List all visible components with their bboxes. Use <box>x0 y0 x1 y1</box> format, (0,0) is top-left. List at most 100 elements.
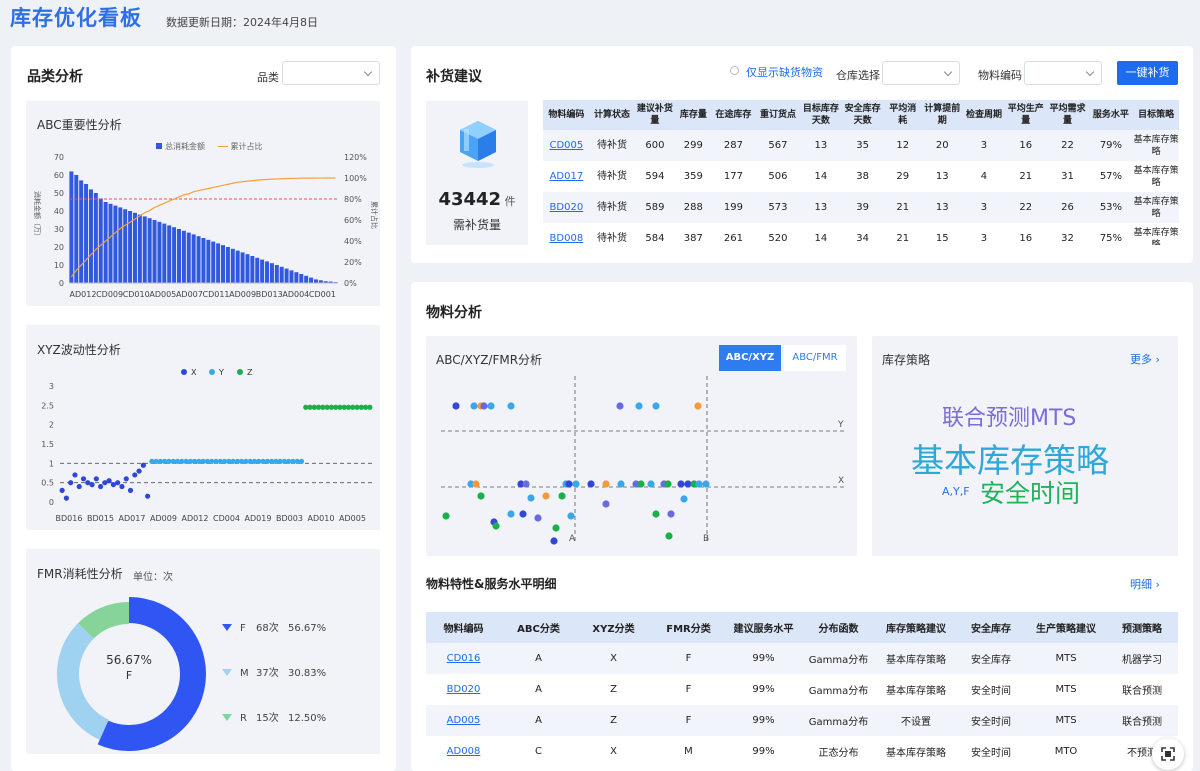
detail-title: 物料特性&服务水平明细 <box>426 577 557 591</box>
column-header: 检查周期 <box>962 100 1006 130</box>
y-tick-label: 50 <box>54 189 64 198</box>
warehouse-select[interactable] <box>882 61 960 85</box>
table-cell: 联合预测 <box>1106 674 1178 705</box>
point-x <box>59 487 65 493</box>
x-tick-label: AD017 <box>119 514 146 523</box>
replenish-table-wrap[interactable]: 物料编码 计算状态 建议补货量 库存量 在途库存 重订货点 目标库存天数 安全库存天数 平均消耗… <box>543 100 1179 245</box>
table-cell: 38 <box>856 170 869 182</box>
x-tick-label: AD007 <box>176 290 203 299</box>
table-cell[interactable]: CD005 <box>543 130 590 161</box>
table-cell: 13 <box>800 192 842 223</box>
material-point <box>542 492 550 500</box>
table-cell[interactable]: AD017 <box>543 161 590 192</box>
y-tick-label: 40 <box>54 207 64 216</box>
legend-dot-y <box>209 369 215 375</box>
table-cell: F <box>651 705 726 736</box>
xyz-panel: XYZ波动性分析 X Y Z 0 0.5 1 1.5 2 2.5 3 BD016 BD015 AD017… <box>26 325 380 530</box>
table-cell[interactable]: AD008 <box>426 736 501 767</box>
strategy-more-link[interactable]: 更多 › <box>1130 351 1160 367</box>
bar <box>196 236 201 283</box>
x-tick-label: AD009 <box>229 290 256 299</box>
material-point <box>635 402 643 410</box>
table-cell: 基本库存策略 <box>876 736 956 767</box>
fmr-legend-count: 15次 <box>256 713 279 724</box>
table-cell: 99% <box>726 674 801 705</box>
table-cell: 4 <box>980 170 988 182</box>
y-tick-label: 0.5 <box>41 479 54 488</box>
material-point <box>472 480 480 488</box>
table-cell: 21 <box>883 192 922 223</box>
column-header: 计算提前期 <box>921 100 963 130</box>
bar <box>230 248 235 283</box>
column-header: 建议补货量 <box>634 100 676 130</box>
table-cell[interactable]: AD005 <box>426 705 501 736</box>
detail-more-text[interactable]: 明细 <box>1130 578 1152 591</box>
fullscreen-button[interactable] <box>1152 738 1184 770</box>
code-select[interactable] <box>1024 61 1102 85</box>
table-cell: 安全时间 <box>956 674 1026 705</box>
y-tick-label: 70 <box>54 153 64 162</box>
x-tick-label: BD013 <box>256 290 283 299</box>
x-tick-label: BD015 <box>87 514 114 523</box>
material-code-link[interactable]: CD016 <box>447 653 481 664</box>
material-point <box>480 402 488 410</box>
bar <box>289 270 294 283</box>
x-tick-label: AD019 <box>245 514 272 523</box>
bar <box>186 232 191 283</box>
point-x <box>115 480 121 486</box>
table-cell: 12 <box>883 130 922 161</box>
category-select[interactable] <box>282 61 380 85</box>
detail-table-wrap[interactable]: 物料编码 ABC分类 XYZ分类 FMR分类 建议服务水平 分布函数 库存策略建议 安全库存生… <box>426 612 1178 771</box>
material-code-link[interactable]: AD005 <box>447 715 481 726</box>
table-cell: MTS <box>1026 705 1106 736</box>
material-code-link[interactable]: AD008 <box>447 746 481 757</box>
point-x <box>80 476 87 482</box>
point-x <box>89 482 95 488</box>
y-tick-label: 3 <box>49 382 54 391</box>
material-code-link[interactable]: BD020 <box>447 684 481 695</box>
donut-slice-r <box>78 602 130 639</box>
material-code-link[interactable]: BD008 <box>550 233 584 244</box>
column-header: 分布函数 <box>801 612 876 643</box>
detail-more-link[interactable]: 明细 › <box>1130 576 1160 592</box>
table-cell: 基本库存策略 <box>876 643 956 674</box>
table-cell: 14 <box>814 170 828 182</box>
shortage-radio[interactable] <box>730 66 739 75</box>
strategy-more-text[interactable]: 更多 <box>1130 353 1152 366</box>
point-x <box>106 478 112 484</box>
column-header: 目标库存天数 <box>800 100 842 130</box>
shortage-label[interactable]: 仅显示缺货物资 <box>746 64 823 80</box>
table-cell: 基本库存策略 <box>1133 192 1179 223</box>
x-tick-label: AD005 <box>339 514 366 523</box>
table-cell[interactable]: BD008 <box>543 223 590 245</box>
table-cell[interactable]: BD020 <box>426 674 501 705</box>
table-cell[interactable]: BD020 <box>543 192 590 223</box>
table-cell: 261 <box>723 232 743 244</box>
material-code-link[interactable]: BD020 <box>550 202 584 213</box>
xyz-chart: X Y Z 0 0.5 1 1.5 2 2.5 3 BD016 BD015 AD017 AD009 AD01… <box>41 368 373 523</box>
table-cell: 13 <box>935 170 949 182</box>
material-code-link[interactable]: CD005 <box>549 140 583 151</box>
table-cell: 13 <box>921 192 963 223</box>
material-point <box>550 537 558 545</box>
table-cell: 299 <box>675 130 712 161</box>
table-cell: 机器学习 <box>1106 643 1178 674</box>
y-right-tick-label: 60% <box>344 216 362 225</box>
bar <box>235 250 240 283</box>
table-cell: F <box>651 643 726 674</box>
table-row: CD005 待补货 600 299 287 567 13 35 12 20 3 16 22 79% 基本库存… <box>543 130 1179 161</box>
y-right-tick-label: 120% <box>344 153 367 162</box>
table-cell: 3 <box>962 192 1006 223</box>
fmr-legend-count: 68次 <box>256 623 279 634</box>
bar <box>157 221 162 283</box>
table-cell: 99% <box>726 705 801 736</box>
scatter-panel: ABC/XYZ/FMR分析 ABC/XYZ ABC/FMR YXAB <box>426 336 857 556</box>
point-x <box>119 483 125 490</box>
material-point <box>652 402 660 410</box>
one-click-replenish-button[interactable]: 一键补货 <box>1117 61 1178 85</box>
material-code-link[interactable]: AD017 <box>550 171 584 182</box>
word-3: A,Y,F <box>942 485 970 498</box>
y-tick-label: 10 <box>54 261 64 270</box>
y-right-tick-label: 100% <box>344 174 367 183</box>
table-cell[interactable]: CD016 <box>426 643 501 674</box>
